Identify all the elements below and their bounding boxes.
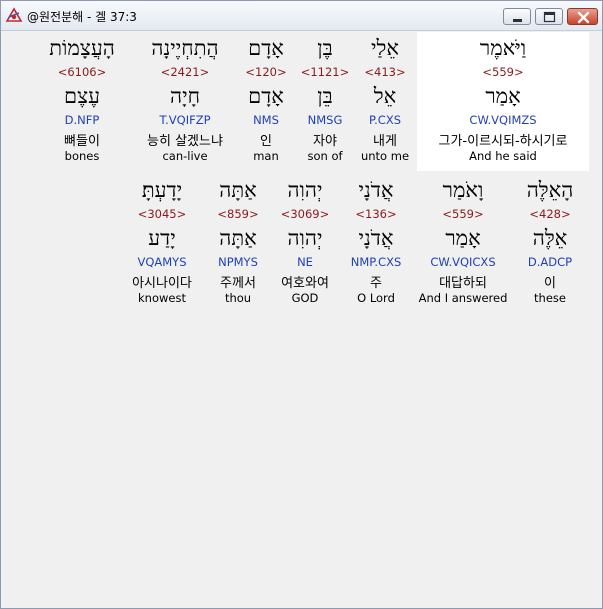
korean-gloss: 여호와여 xyxy=(281,276,329,291)
morph-code: D.ADCP xyxy=(527,255,573,269)
hebrew-word: יְהוִה xyxy=(287,178,323,202)
morph-code: VQAMYS xyxy=(137,255,187,269)
english-gloss: bones xyxy=(64,149,100,163)
strong-number: <413> xyxy=(364,65,406,79)
window-title: @원전분해 - 겔 37:3 xyxy=(27,10,137,24)
hebrew-lemma: אָדָם xyxy=(248,84,284,108)
hebrew-word: אָדָם xyxy=(248,36,284,60)
strong-number: <6106> xyxy=(57,65,107,79)
english-gloss: And he said xyxy=(469,149,537,163)
hebrew-lemma: אֵל xyxy=(373,84,397,108)
interlinear-panel: וַיֹּאמֶר <559> אָמַר CW.VQIMZS 그가-이르시되-… xyxy=(3,32,600,606)
strong-number: <559> xyxy=(482,65,524,79)
morph-code: P.CXS xyxy=(368,113,401,127)
word-cell[interactable]: הָאֵלֶּה <428> אֵלֶּה D.ADCP 이 these xyxy=(517,174,583,313)
word-cell[interactable]: וָאֹמַר <559> אָמַר CW.VQICXS 대답하되 And I… xyxy=(415,174,511,313)
korean-gloss: 아시나이다 xyxy=(132,276,192,291)
korean-gloss: 이 xyxy=(544,276,556,291)
morph-code: CW.VQICXS xyxy=(430,255,496,269)
morph-code: NE xyxy=(297,255,313,269)
maximize-button[interactable] xyxy=(535,8,563,25)
hebrew-lemma: אֵלֶּה xyxy=(532,226,568,250)
english-gloss: GOD xyxy=(291,291,319,305)
korean-gloss: 능히 살겠느냐 xyxy=(147,134,223,149)
english-gloss: And I answered xyxy=(418,291,508,305)
word-cell[interactable]: וַיֹּאמֶר <559> אָמַר CW.VQIMZS 그가-이르시되-… xyxy=(417,32,589,171)
korean-gloss: 주 xyxy=(370,276,382,291)
strong-number: <1121> xyxy=(300,65,350,79)
minimize-button[interactable] xyxy=(503,8,531,25)
word-cell[interactable]: אָדָם <120> אָדָם NMS 인 man xyxy=(239,32,293,171)
hebrew-lemma: יְהוִה xyxy=(287,226,323,250)
app-window: @원전분해 - 겔 37:3 וַיֹּאמֶר <559> אָמַר CW.… xyxy=(0,0,603,609)
word-cell[interactable]: הֲתִחְיֶינָה <2421> חָיָה T.VQIFZP 능히 살겠… xyxy=(135,32,235,171)
hebrew-lemma: אָמַר xyxy=(445,226,481,250)
hebrew-word: אֵלַי xyxy=(371,36,399,60)
word-cell[interactable]: בֶּן <1121> בֵּן NMSG 자야 son of xyxy=(298,32,352,171)
hebrew-lemma: אֲדֹנָי xyxy=(358,226,394,250)
english-gloss: man xyxy=(253,149,279,163)
korean-gloss: 뼈들이 xyxy=(64,134,100,149)
english-gloss: these xyxy=(534,291,566,305)
korean-gloss: 주께서 xyxy=(220,276,256,291)
hebrew-word: וַיֹּאמֶר xyxy=(479,36,527,60)
korean-gloss: 대답하되 xyxy=(439,276,487,291)
strong-number: <2421> xyxy=(160,65,210,79)
hebrew-lemma: אַתָּה xyxy=(219,226,257,250)
strong-number: <859> xyxy=(217,207,259,221)
english-gloss: thou xyxy=(224,291,252,305)
english-gloss: knowest xyxy=(138,291,186,305)
title-bar[interactable]: @원전분해 - 겔 37:3 xyxy=(1,1,602,31)
minimize-icon xyxy=(513,19,522,22)
word-cell[interactable]: אֵלַי <413> אֵל P.CXS 내게 unto me xyxy=(353,32,417,171)
english-gloss: unto me xyxy=(360,149,410,163)
hebrew-word: אֲדֹנָי xyxy=(358,178,394,202)
strong-number: <428> xyxy=(529,207,571,221)
morph-code: D.NFP xyxy=(64,113,100,127)
hebrew-word: וָאֹמַר xyxy=(442,178,484,202)
hebrew-word: יָדָעְתָּ׃ xyxy=(141,178,183,202)
maximize-icon xyxy=(543,11,556,23)
korean-gloss: 자야 xyxy=(313,134,337,149)
english-gloss: can-live xyxy=(162,149,208,163)
hebrew-lemma: עֶצֶם xyxy=(64,84,100,108)
morph-code: T.VQIFZP xyxy=(159,113,211,127)
morph-code: CW.VQIMZS xyxy=(469,113,537,127)
strong-number: <559> xyxy=(442,207,484,221)
hebrew-word: הָאֵלֶּה xyxy=(526,178,574,202)
english-gloss: O Lord xyxy=(357,291,395,305)
word-cell[interactable]: אַתָּה <859> אַתָּה NPMYS 주께서 thou xyxy=(209,174,267,313)
close-button[interactable] xyxy=(567,8,598,25)
morph-code: NMS xyxy=(253,113,279,127)
english-gloss: son of xyxy=(307,149,343,163)
hebrew-lemma: חָיָה xyxy=(169,84,200,108)
hebrew-word: אַתָּה xyxy=(219,178,257,202)
hebrew-lemma: אָמַר xyxy=(485,84,521,108)
app-logo-icon xyxy=(5,7,23,22)
word-cell[interactable]: יָדָעְתָּ׃ <3045> יָדַע VQAMYS 아시나이다 kno… xyxy=(123,174,201,313)
close-icon xyxy=(577,11,590,24)
morph-code: NPMYS xyxy=(218,255,258,269)
strong-number: <3045> xyxy=(137,207,187,221)
korean-gloss: 인 xyxy=(260,134,272,149)
word-cell[interactable]: הָעֲצָמוֹת <6106> עֶצֶם D.NFP 뼈들이 bones xyxy=(41,32,123,171)
strong-number: <120> xyxy=(245,65,287,79)
word-cell[interactable]: יְהוִה <3069> יְהוִה NE 여호와여 GOD xyxy=(273,174,337,313)
strong-number: <136> xyxy=(355,207,397,221)
hebrew-word: בֶּן xyxy=(317,36,333,60)
morph-code: NMSG xyxy=(307,113,343,127)
korean-gloss: 그가-이르시되-하시기로 xyxy=(438,134,568,149)
korean-gloss: 내게 xyxy=(373,134,397,149)
hebrew-lemma: יָדַע xyxy=(148,226,176,250)
morph-code: NMP.CXS xyxy=(350,255,402,269)
strong-number: <3069> xyxy=(280,207,330,221)
hebrew-lemma: בֵּן xyxy=(317,84,333,108)
word-cell[interactable]: אֲדֹנָי <136> אֲדֹנָי NMP.CXS 주 O Lord xyxy=(343,174,409,313)
hebrew-word: הֲתִחְיֶינָה xyxy=(151,36,219,60)
hebrew-word: הָעֲצָמוֹת xyxy=(49,36,115,60)
